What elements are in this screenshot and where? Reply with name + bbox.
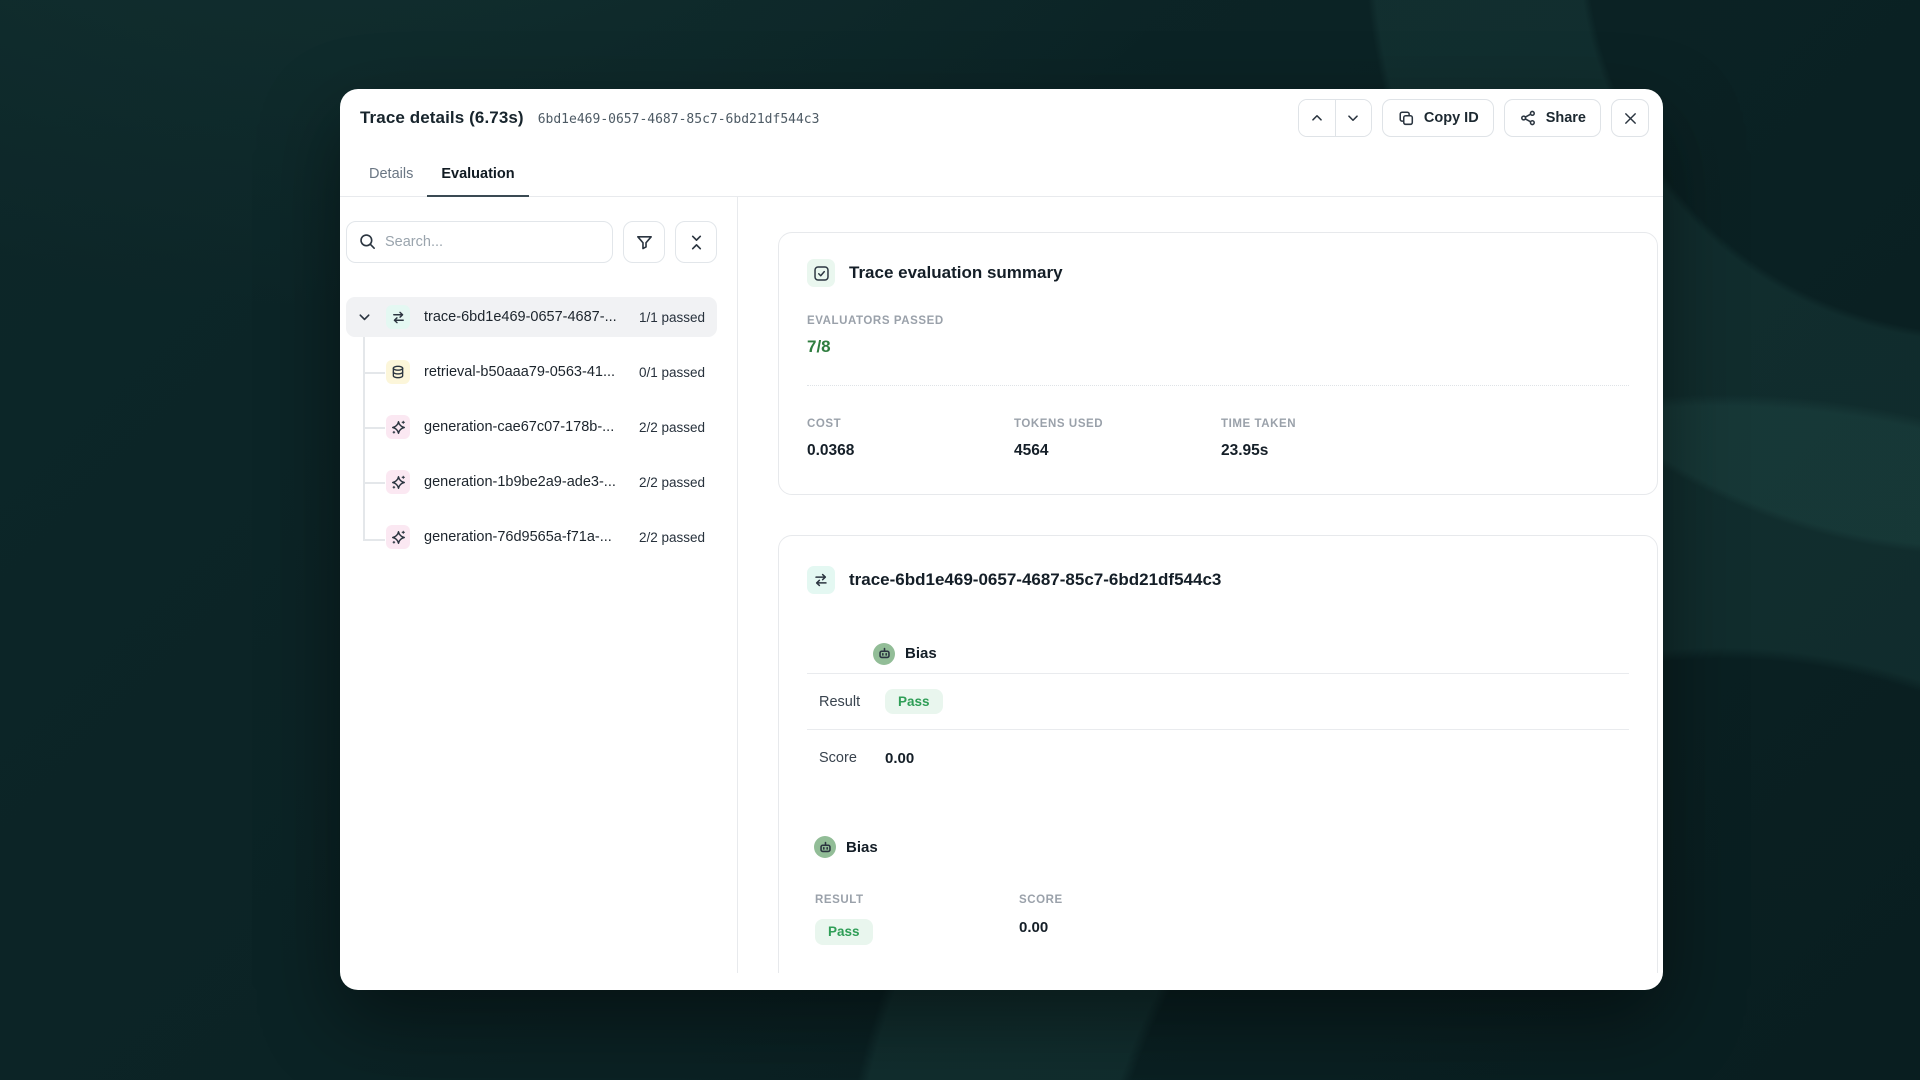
tree-row-status: 2/2 passed (639, 420, 705, 435)
sparkles-icon (386, 525, 410, 549)
next-trace-button[interactable] (1335, 100, 1371, 136)
tab-details[interactable]: Details (355, 151, 427, 197)
close-button[interactable] (1611, 99, 1649, 137)
tree-row-status: 0/1 passed (639, 365, 705, 380)
stat-value: 23.95s (1221, 442, 1428, 460)
result-column: RESULT Pass (815, 894, 1019, 945)
stat-cost: COST 0.0368 (807, 418, 1014, 460)
tree-row-label: generation-76d9565a-f71a-... (424, 529, 625, 545)
stat-label: TIME TAKEN (1221, 418, 1428, 430)
trace-evaluation-summary-card: Trace evaluation summary EVALUATORS PASS… (778, 232, 1658, 495)
tree-row-generation-1[interactable]: generation-cae67c07-178b-... 2/2 passed (346, 407, 717, 447)
evaluators-passed-value: 7/8 (807, 337, 1629, 357)
summary-card-title: Trace evaluation summary (849, 263, 1063, 283)
score-value: 0.00 (1019, 919, 1223, 936)
tab-evaluation[interactable]: Evaluation (427, 151, 528, 197)
chevron-down-icon (1344, 109, 1362, 127)
collapse-all-icon (687, 233, 706, 252)
tree-row-trace[interactable]: trace-6bd1e469-0657-4687-... 1/1 passed (346, 297, 717, 337)
tree-row-status: 2/2 passed (639, 475, 705, 490)
copy-icon (1397, 109, 1415, 127)
search-input[interactable] (346, 221, 613, 263)
copy-id-button[interactable]: Copy ID (1382, 99, 1494, 137)
trace-id: 6bd1e469-0657-4687-85c7-6bd21df544c3 (538, 112, 820, 127)
share-button[interactable]: Share (1504, 99, 1601, 137)
collapse-all-button[interactable] (675, 221, 717, 263)
stat-time-taken: TIME TAKEN 23.95s (1221, 418, 1428, 460)
sparkles-icon (386, 470, 410, 494)
search-icon (358, 232, 377, 251)
robot-icon (873, 643, 895, 665)
trace-tree-sidebar: trace-6bd1e469-0657-4687-... 1/1 passed … (340, 197, 738, 973)
score-row: Score 0.00 (807, 730, 1629, 786)
robot-icon (814, 836, 836, 858)
chevron-up-icon (1308, 109, 1326, 127)
divider (807, 385, 1629, 386)
result-label: Result (819, 694, 885, 710)
modal-header: Trace details (6.73s) 6bd1e469-0657-4687… (340, 89, 1663, 137)
tab-bar: Details Evaluation (340, 151, 1663, 197)
trace-card-title: trace-6bd1e469-0657-4687-85c7-6bd21df544… (849, 570, 1221, 590)
share-label: Share (1546, 110, 1586, 126)
stat-label: COST (807, 418, 1014, 430)
previous-trace-button[interactable] (1299, 100, 1335, 136)
trace-details-modal: Trace details (6.73s) 6bd1e469-0657-4687… (340, 89, 1663, 990)
pass-badge: Pass (815, 919, 873, 945)
sparkles-icon (386, 415, 410, 439)
trace-swap-icon (807, 566, 835, 594)
stat-tokens-used: TOKENS USED 4564 (1014, 418, 1221, 460)
trace-detail-card: trace-6bd1e469-0657-4687-85c7-6bd21df544… (778, 535, 1658, 973)
close-icon (1622, 110, 1639, 127)
score-value: 0.00 (885, 750, 914, 767)
evaluation-panel: Trace evaluation summary EVALUATORS PASS… (738, 197, 1663, 973)
stat-label: TOKENS USED (1014, 418, 1221, 430)
score-column: SCORE 0.00 (1019, 894, 1223, 945)
evaluators-passed-label: EVALUATORS PASSED (807, 315, 1629, 327)
evaluator-name: Bias (846, 839, 878, 856)
score-label: Score (819, 750, 885, 766)
check-square-icon (807, 259, 835, 287)
trace-nav-group (1298, 99, 1372, 137)
pass-badge: Pass (885, 689, 943, 715)
share-icon (1519, 109, 1537, 127)
tree-row-label: retrieval-b50aaa79-0563-41... (424, 364, 625, 380)
filter-icon (635, 233, 654, 252)
result-label: RESULT (815, 894, 1019, 906)
database-icon (386, 360, 410, 384)
chevron-down-icon (357, 310, 372, 325)
tree-row-label: trace-6bd1e469-0657-4687-... (424, 309, 625, 325)
search-box (346, 221, 613, 263)
score-label: SCORE (1019, 894, 1223, 906)
evaluator-name: Bias (905, 645, 937, 662)
tree-row-status: 2/2 passed (639, 530, 705, 545)
trace-swap-icon (386, 305, 410, 329)
tree-row-label: generation-cae67c07-178b-... (424, 419, 625, 435)
evaluator-table: Bias Result Pass Score 0.00 (807, 634, 1629, 786)
tree-row-status: 1/1 passed (639, 310, 705, 325)
evaluator-summary: Bias RESULT Pass SCORE 0.00 (807, 834, 1629, 945)
modal-title: Trace details (6.73s) (360, 108, 524, 128)
stat-value: 0.0368 (807, 442, 1014, 460)
copy-id-label: Copy ID (1424, 110, 1479, 126)
tree-row-retrieval[interactable]: retrieval-b50aaa79-0563-41... 0/1 passed (346, 352, 717, 392)
result-row: Result Pass (807, 674, 1629, 730)
tree-row-generation-2[interactable]: generation-1b9be2a9-ade3-... 2/2 passed (346, 462, 717, 502)
stat-value: 4564 (1014, 442, 1221, 460)
tree-row-label: generation-1b9be2a9-ade3-... (424, 474, 625, 490)
tree-row-generation-3[interactable]: generation-76d9565a-f71a-... 2/2 passed (346, 517, 717, 557)
filter-button[interactable] (623, 221, 665, 263)
span-tree: trace-6bd1e469-0657-4687-... 1/1 passed … (346, 297, 717, 557)
